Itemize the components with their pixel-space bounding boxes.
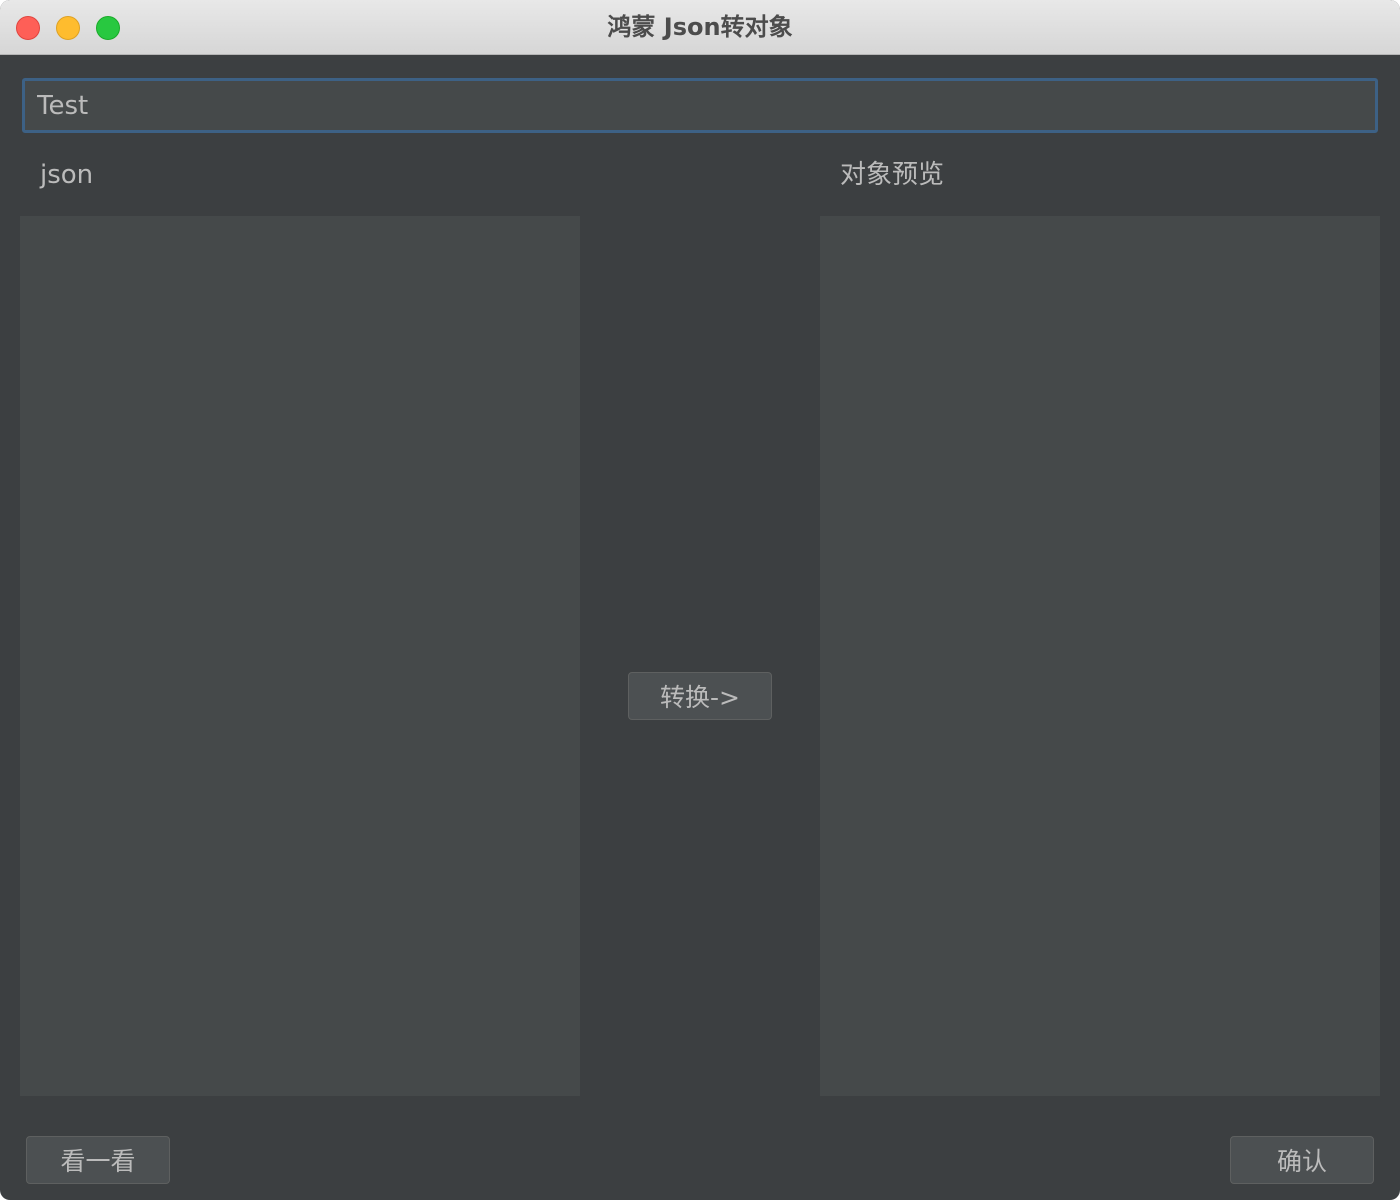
json-textarea[interactable]: [20, 216, 580, 1096]
convert-button[interactable]: 转换->: [628, 672, 772, 720]
preview-textarea[interactable]: [820, 216, 1380, 1096]
json-label: json: [40, 160, 94, 190]
dialog-window: 鸿蒙 Json转对象 json 对象预览 转换-> 看一看 确认: [0, 0, 1400, 1200]
preview-label: 对象预览: [840, 160, 945, 190]
confirm-button[interactable]: 确认: [1230, 1136, 1374, 1184]
window-title: 鸿蒙 Json转对象: [607, 13, 793, 41]
title-bar[interactable]: 鸿蒙 Json转对象: [0, 0, 1400, 55]
look-button[interactable]: 看一看: [26, 1136, 170, 1184]
class-name-input[interactable]: [22, 78, 1378, 133]
